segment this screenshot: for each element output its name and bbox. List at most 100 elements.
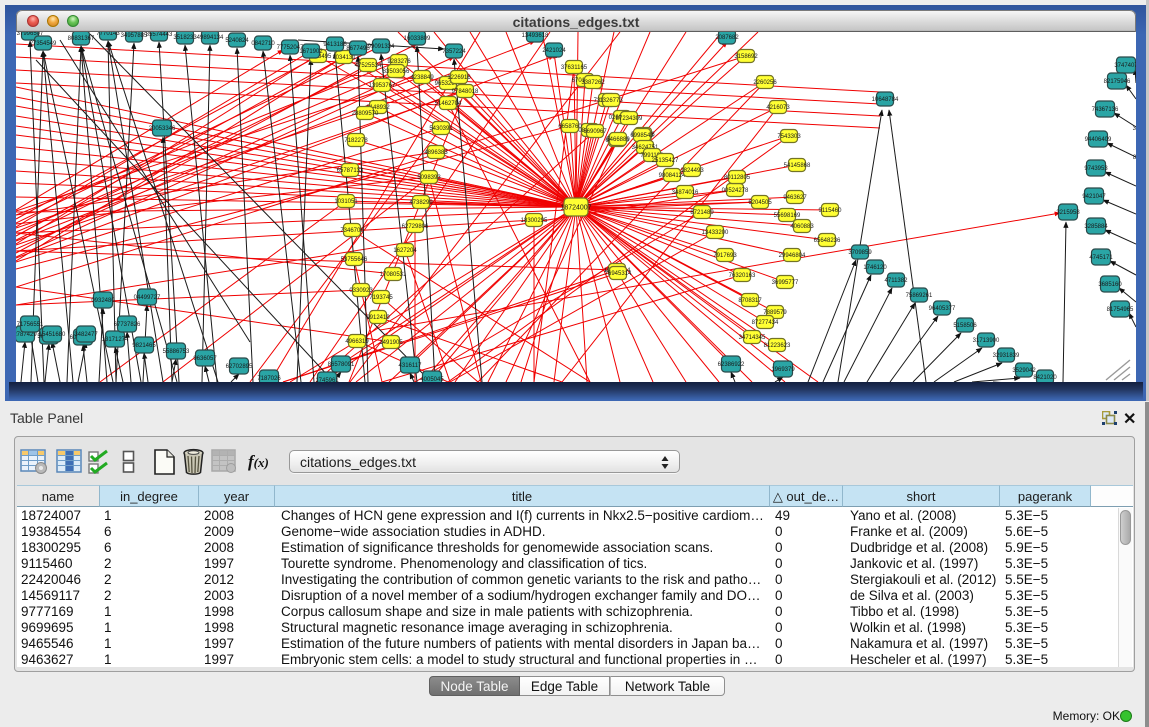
svg-text:5430391: 5430391 — [429, 126, 453, 132]
svg-text:13433200: 13433200 — [702, 230, 729, 236]
svg-text:55886753: 55886753 — [163, 349, 190, 355]
svg-text:9463627: 9463627 — [783, 195, 807, 201]
svg-text:71756551: 71756551 — [17, 322, 44, 328]
svg-text:9912419: 9912419 — [366, 315, 390, 321]
svg-text:5158506: 5158506 — [953, 323, 977, 329]
svg-text:13171274: 13171274 — [102, 337, 129, 343]
svg-text:34874016: 34874016 — [672, 190, 699, 196]
svg-text:4316117: 4316117 — [399, 363, 423, 369]
svg-text:6690967: 6690967 — [583, 129, 607, 135]
svg-text:5466889: 5466889 — [606, 137, 630, 143]
svg-text:9421047: 9421047 — [1082, 194, 1106, 200]
svg-text:2421024: 2421024 — [542, 48, 566, 54]
svg-text:1745961: 1745961 — [315, 378, 339, 382]
svg-text:65787133: 65787133 — [337, 168, 364, 174]
svg-text:13953767: 13953767 — [369, 83, 396, 89]
svg-text:51462704: 51462704 — [435, 101, 462, 107]
svg-text:1326773: 1326773 — [599, 98, 623, 104]
svg-text:2787429: 2787429 — [16, 332, 37, 338]
svg-text:7193745: 7193745 — [369, 295, 393, 301]
svg-text:28809570: 28809570 — [352, 111, 379, 117]
svg-text:76320163: 76320163 — [729, 273, 756, 279]
svg-text:4216073: 4216073 — [766, 105, 790, 111]
svg-text:15451680: 15451680 — [39, 332, 66, 338]
svg-text:1824493: 1824493 — [680, 168, 704, 174]
svg-text:76945314: 76945314 — [605, 271, 632, 277]
svg-text:25135427: 25135427 — [652, 158, 679, 164]
svg-text:87277434: 87277434 — [752, 320, 779, 326]
svg-text:80112805: 80112805 — [724, 175, 751, 181]
svg-text:7346706: 7346706 — [340, 228, 364, 234]
svg-text:8721489: 8721489 — [690, 210, 714, 216]
svg-text:75869261: 75869261 — [906, 293, 933, 299]
svg-text:67737826: 67737826 — [114, 322, 141, 328]
svg-text:8421020: 8421020 — [1033, 375, 1057, 381]
svg-text:4745171: 4745171 — [1089, 255, 1113, 261]
svg-text:34957885: 34957885 — [121, 33, 148, 39]
svg-text:54145868: 54145868 — [784, 163, 811, 169]
svg-text:3709859: 3709859 — [848, 250, 872, 256]
svg-text:0842710: 0842710 — [251, 41, 275, 47]
svg-text:36995777: 36995777 — [772, 280, 799, 286]
svg-text:2087682: 2087682 — [715, 35, 739, 41]
svg-text:6658760: 6658760 — [558, 124, 582, 130]
svg-text:1746120: 1746120 — [863, 265, 887, 271]
svg-text:3158692: 3158692 — [734, 54, 758, 60]
svg-text:74367136: 74367136 — [1092, 107, 1119, 113]
svg-text:4005045: 4005045 — [420, 377, 444, 382]
svg-text:5240824: 5240824 — [225, 38, 249, 44]
svg-text:32931839: 32931839 — [993, 353, 1020, 359]
svg-text:3529042: 3529042 — [1012, 368, 1036, 374]
svg-text:83503056: 83503056 — [383, 69, 410, 75]
svg-text:29946804: 29946804 — [779, 253, 806, 259]
svg-text:4738299: 4738299 — [409, 200, 433, 206]
svg-text:55698169: 55698169 — [774, 213, 801, 219]
svg-text:6998543: 6998543 — [630, 133, 654, 139]
svg-text:9636057: 9636057 — [193, 356, 217, 362]
svg-text:1226916: 1226916 — [447, 75, 471, 81]
svg-text:1969379: 1969379 — [771, 367, 795, 373]
svg-text:3482477: 3482477 — [74, 332, 98, 338]
svg-text:81223623: 81223623 — [764, 343, 791, 349]
svg-text:39502402: 39502402 — [1133, 126, 1136, 132]
svg-text:80831367: 80831367 — [68, 36, 95, 42]
svg-text:18300295: 18300295 — [521, 218, 548, 224]
svg-text:1034131: 1034131 — [332, 55, 356, 61]
svg-text:87234309: 87234309 — [616, 116, 643, 122]
svg-text:20053346: 20053346 — [149, 126, 176, 132]
svg-text:27354549: 27354549 — [30, 41, 57, 47]
svg-text:96405377: 96405377 — [929, 306, 956, 312]
svg-text:31713900: 31713900 — [973, 338, 1000, 344]
svg-text:4896383: 4896383 — [424, 150, 448, 156]
svg-text:1031051: 1031051 — [334, 199, 358, 205]
svg-text:17080531: 17080531 — [380, 272, 407, 278]
svg-text:7187026: 7187026 — [257, 376, 281, 382]
svg-text:18724007: 18724007 — [560, 205, 591, 212]
svg-text:04499727: 04499727 — [134, 295, 161, 301]
svg-text:7543303: 7543303 — [777, 134, 801, 140]
svg-text:49894134: 49894134 — [197, 35, 224, 41]
svg-text:0330923: 0330923 — [349, 288, 373, 294]
svg-text:62729806: 62729806 — [402, 224, 429, 230]
svg-text:7917693: 7917693 — [713, 253, 737, 259]
svg-text:9821465: 9821465 — [132, 343, 156, 349]
svg-text:62702895: 62702895 — [226, 364, 253, 370]
svg-text:00524278: 00524278 — [722, 188, 749, 194]
svg-text:9115460: 9115460 — [819, 208, 843, 214]
svg-text:8708317: 8708317 — [738, 298, 762, 304]
svg-text:3285884: 3285884 — [1084, 224, 1108, 230]
svg-text:34714345: 34714345 — [739, 335, 766, 341]
svg-text:81754965: 81754965 — [1107, 307, 1134, 313]
svg-text:16033809: 16033809 — [404, 36, 431, 42]
svg-text:5098393: 5098393 — [417, 175, 441, 181]
svg-text:4238849: 4238849 — [410, 75, 434, 81]
svg-text:94406409: 94406409 — [1085, 137, 1112, 143]
svg-text:81177589: 81177589 — [1133, 155, 1136, 161]
svg-text:4060883: 4060883 — [790, 224, 814, 230]
svg-text:0932480: 0932480 — [91, 298, 115, 304]
svg-text:1671902: 1671902 — [299, 49, 323, 55]
svg-text:4711382: 4711382 — [885, 278, 909, 284]
svg-text:9413186: 9413186 — [323, 42, 347, 48]
svg-text:9743953: 9743953 — [1084, 166, 1108, 172]
svg-text:99091334: 99091334 — [368, 44, 395, 50]
